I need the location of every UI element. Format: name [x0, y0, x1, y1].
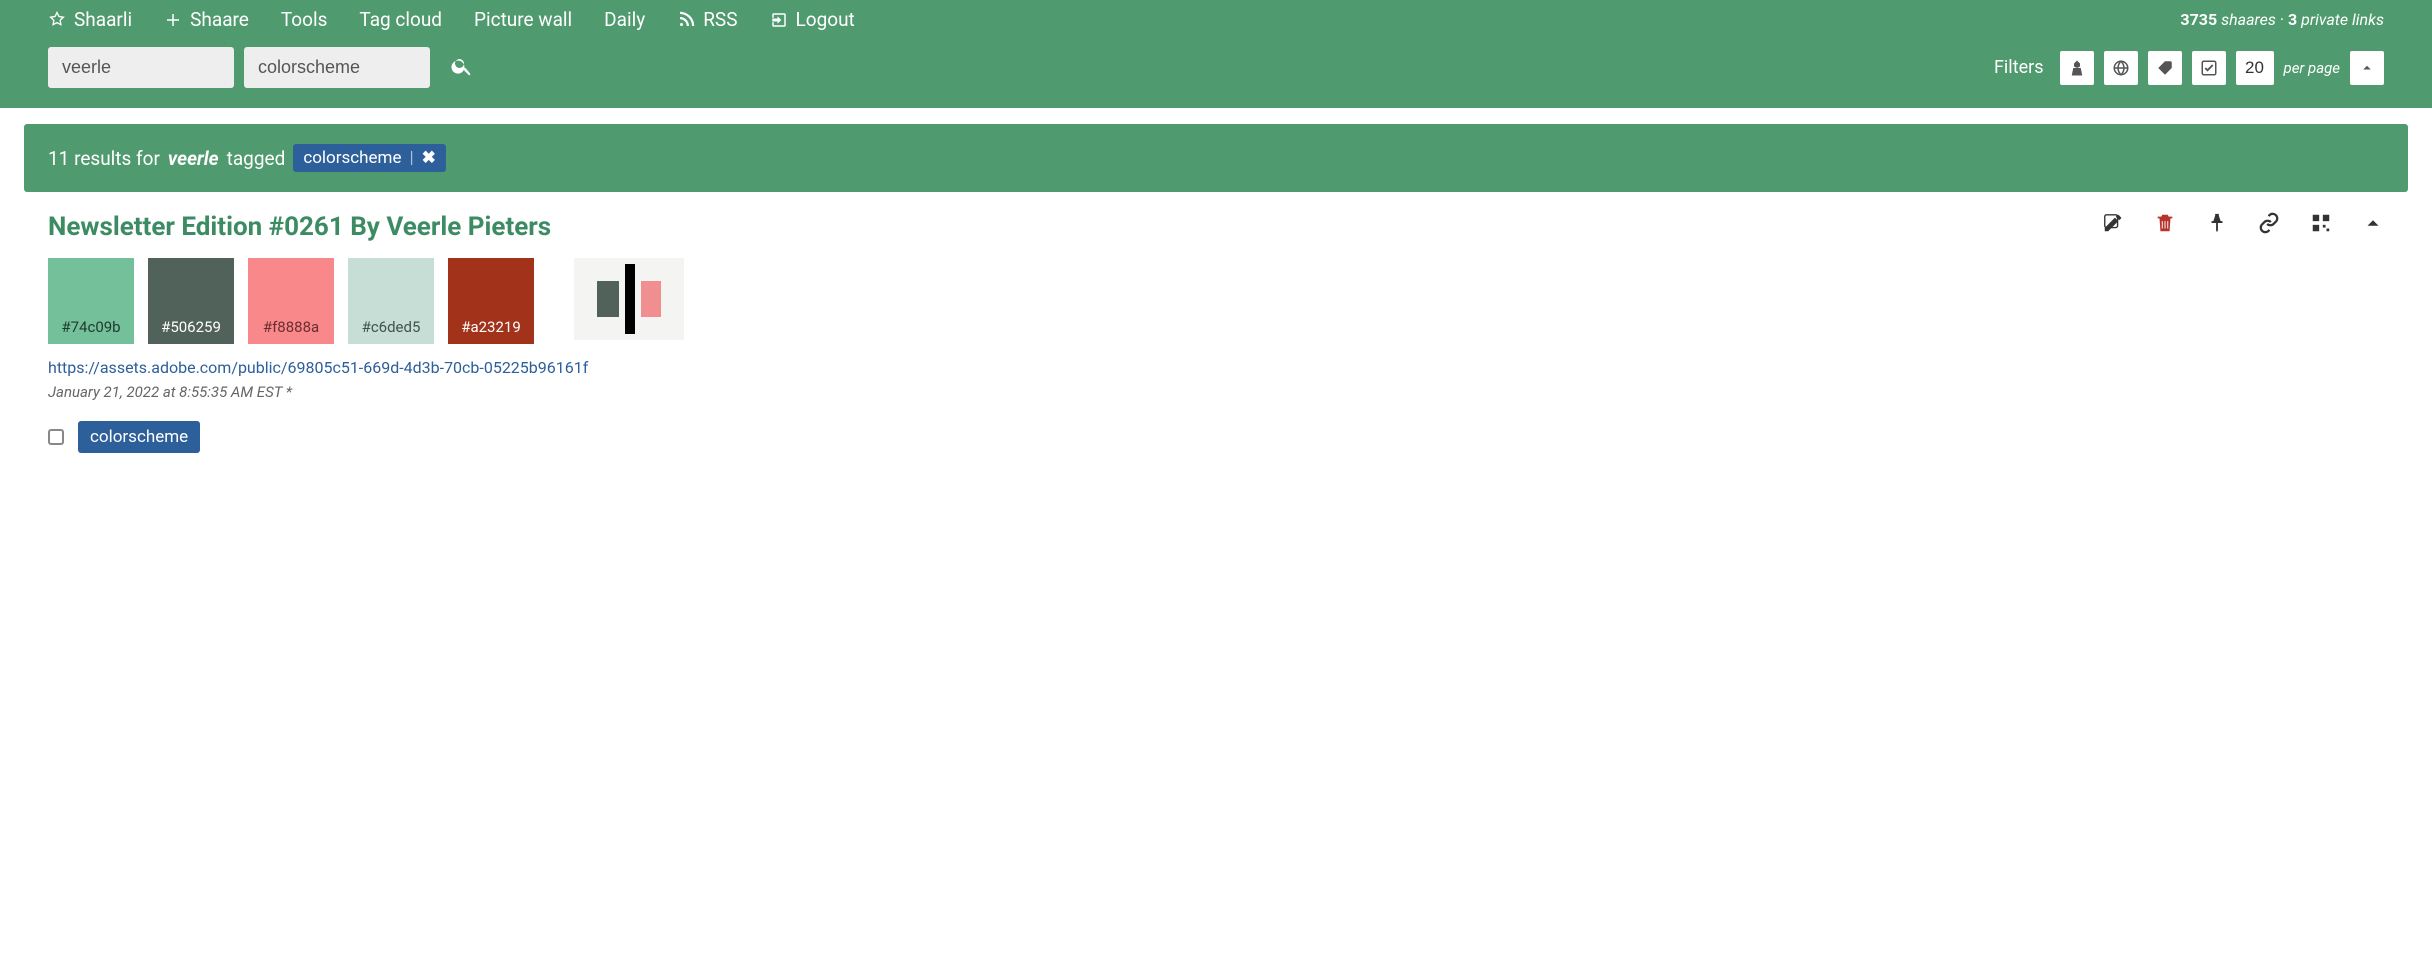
perpage-label: per page — [2284, 59, 2340, 77]
shaares-count: 3735 — [2180, 10, 2217, 29]
link-icon — [2258, 212, 2280, 234]
entry-title[interactable]: Newsletter Edition #0261 By Veerle Piete… — [48, 212, 2102, 242]
search-button[interactable] — [440, 54, 484, 81]
main-nav: Shaarli Shaare Tools Tag cloud Picture w… — [48, 8, 2180, 31]
chevron-up-icon — [2358, 59, 2376, 77]
results-tag-chip[interactable]: colorscheme | ✖ — [293, 144, 446, 172]
tagcloud-link[interactable]: Tag cloud — [359, 8, 442, 31]
color-swatch: #c6ded5 — [348, 258, 434, 344]
search-tag-input[interactable] — [244, 47, 430, 88]
tools-link[interactable]: Tools — [281, 8, 328, 31]
entry-tag[interactable]: colorscheme — [78, 421, 200, 453]
rss-label: RSS — [703, 8, 737, 31]
pin-icon — [2206, 212, 2228, 234]
qrcode-button[interactable] — [2310, 212, 2332, 238]
entry-actions — [2102, 212, 2384, 238]
filter-private-button[interactable] — [2060, 51, 2094, 85]
results-tagged-label: tagged — [227, 147, 286, 170]
trash-icon — [2154, 212, 2176, 234]
swatch-hex-label: #a23219 — [461, 318, 521, 344]
entry-date: January 21, 2022 at 8:55:35 AM EST * — [48, 383, 2384, 401]
edit-button[interactable] — [2102, 212, 2124, 238]
shaare-label: Shaare — [190, 8, 249, 31]
qrcode-icon — [2310, 212, 2332, 234]
private-icon — [2068, 59, 2086, 77]
swatch-hex-label: #74c09b — [61, 318, 120, 344]
perpage-input[interactable] — [2236, 51, 2274, 85]
stats-text: 3735 shaares · 3 private links — [2180, 10, 2384, 29]
swatch-hex-label: #506259 — [161, 318, 221, 344]
logout-link[interactable]: Logout — [770, 8, 855, 31]
brand-label: Shaarli — [74, 8, 132, 31]
filter-public-button[interactable] — [2104, 51, 2138, 85]
fold-button[interactable] — [2362, 212, 2384, 238]
delete-button[interactable] — [2154, 212, 2176, 238]
select-checkbox[interactable] — [48, 429, 64, 445]
picturewall-link[interactable]: Picture wall — [474, 8, 572, 31]
swatch-hex-label: #c6ded5 — [362, 318, 421, 344]
search-text-input[interactable] — [48, 47, 234, 88]
chevron-up-icon — [2362, 212, 2384, 234]
color-swatch: #f8888a — [248, 258, 334, 344]
rss-icon — [677, 11, 695, 29]
filter-select-button[interactable] — [2192, 51, 2226, 85]
results-term: veerle — [168, 147, 219, 170]
check-square-icon — [2200, 59, 2218, 77]
app-header: Shaarli Shaare Tools Tag cloud Picture w… — [0, 0, 2432, 108]
daily-link[interactable]: Daily — [604, 8, 645, 31]
shaare-link[interactable]: Shaare — [164, 8, 249, 31]
logout-label: Logout — [796, 8, 855, 31]
brand-icon — [48, 11, 66, 29]
plus-icon — [164, 11, 182, 29]
search-icon — [450, 54, 474, 78]
filters-label: Filters — [1994, 57, 2044, 78]
entry-thumbnail — [574, 258, 684, 340]
remove-tag-icon[interactable]: ✖ — [422, 148, 436, 168]
color-swatch: #74c09b — [48, 258, 134, 344]
entry-url[interactable]: https://assets.adobe.com/public/69805c51… — [48, 358, 2384, 377]
globe-icon — [2112, 59, 2130, 77]
edit-icon — [2102, 212, 2124, 234]
private-count: 3 — [2288, 10, 2297, 29]
tag-icon — [2156, 59, 2174, 77]
pin-button[interactable] — [2206, 212, 2228, 238]
results-tag-label: colorscheme — [303, 148, 401, 168]
permalink-button[interactable] — [2258, 212, 2280, 238]
color-swatches: #74c09b #506259 #f8888a #c6ded5 #a23219 — [48, 258, 2384, 344]
swatch-hex-label: #f8888a — [263, 318, 319, 344]
rss-link[interactable]: RSS — [677, 8, 737, 31]
color-swatch: #a23219 — [448, 258, 534, 344]
results-prefix: 11 results for — [48, 147, 160, 170]
results-banner: 11 results for veerle tagged colorscheme… — [24, 124, 2408, 192]
color-swatch: #506259 — [148, 258, 234, 344]
logout-icon — [770, 11, 788, 29]
brand-link[interactable]: Shaarli — [48, 8, 132, 31]
fold-all-button[interactable] — [2350, 51, 2384, 85]
filter-untagged-button[interactable] — [2148, 51, 2182, 85]
link-entry: Newsletter Edition #0261 By Veerle Piete… — [24, 192, 2408, 473]
